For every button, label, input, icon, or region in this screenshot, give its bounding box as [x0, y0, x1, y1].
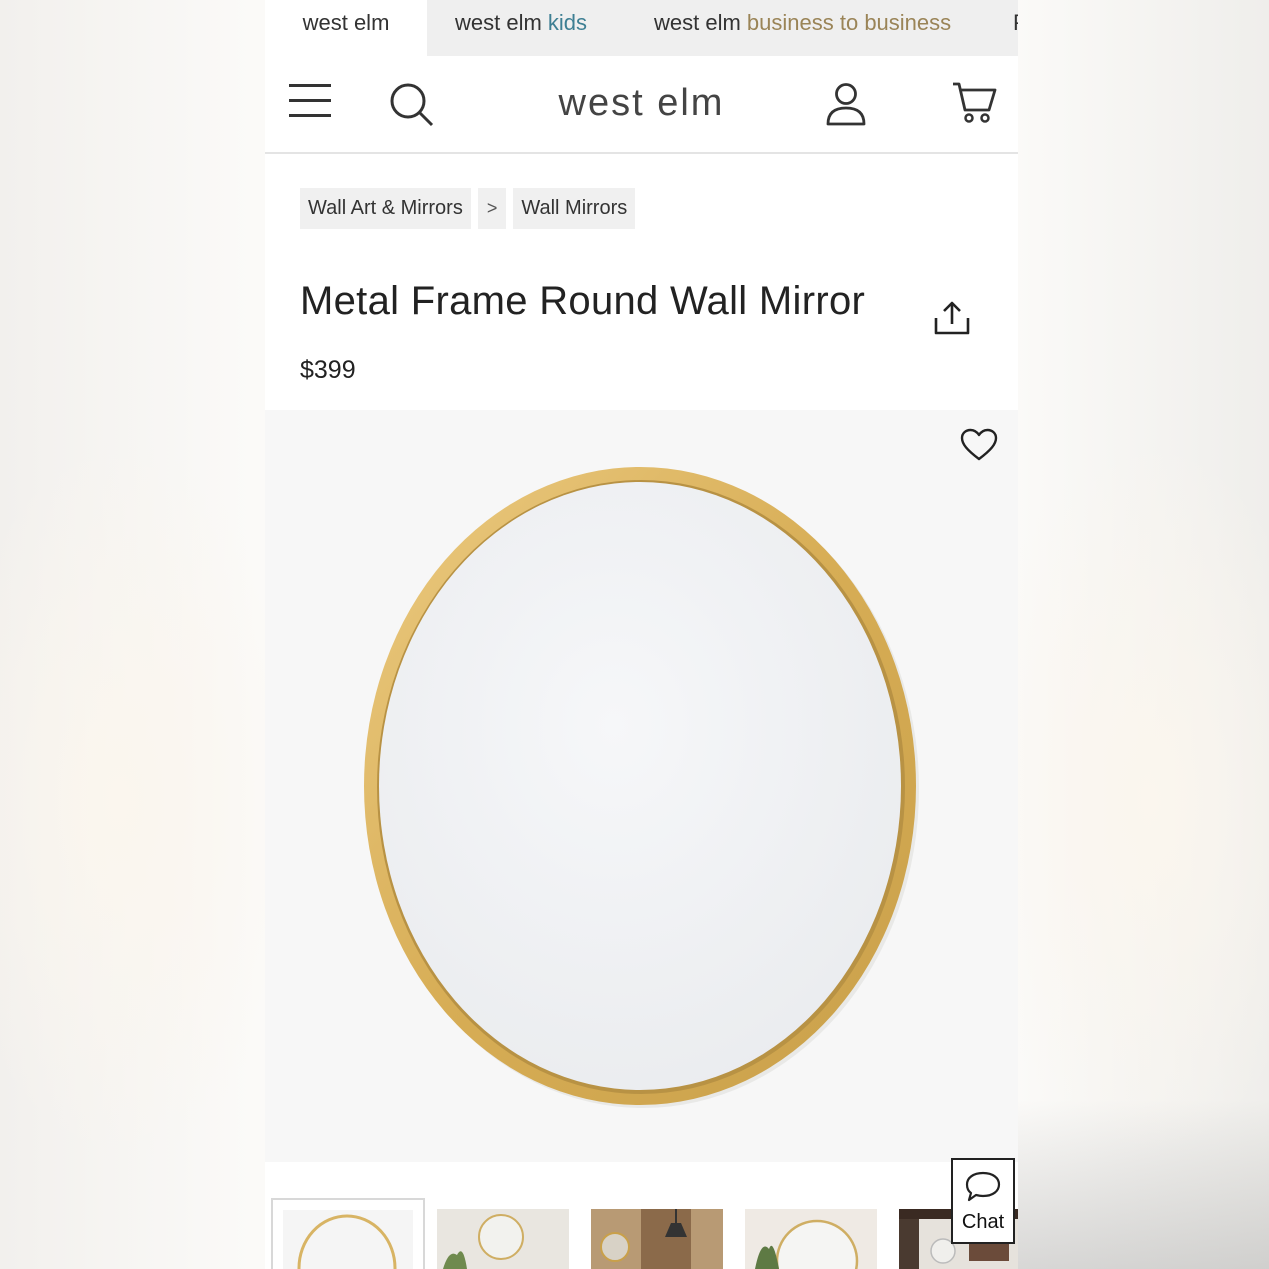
site-logo[interactable]: west elm: [265, 82, 1018, 125]
brand-tab-suffix: kids: [547, 10, 588, 35]
product-price: $399: [300, 356, 356, 384]
thumbnail-room-image: [591, 1209, 723, 1269]
brand-tab-west-elm-kids[interactable]: west elm kids: [455, 0, 587, 56]
brand-tab-west-elm-b2b[interactable]: west elm business to business: [654, 0, 951, 56]
chat-label: Chat: [961, 1211, 1005, 1233]
brand-tabs: west elm west elm kids west elm business…: [265, 0, 1018, 56]
share-button[interactable]: [933, 300, 971, 341]
share-icon: [934, 301, 970, 335]
thumbnail-strip: [265, 1162, 1018, 1269]
brand-tab-prefix: P: [1013, 10, 1018, 35]
breadcrumb-link-wall-art-mirrors[interactable]: Wall Art & Mirrors: [300, 188, 471, 229]
thumbnail-3[interactable]: [591, 1209, 723, 1269]
wishlist-button[interactable]: [960, 428, 998, 467]
brand-tab-prefix: west elm: [302, 10, 390, 35]
breadcrumb: Wall Art & Mirrors > Wall Mirrors: [300, 188, 636, 229]
brand-tab-west-elm[interactable]: west elm: [265, 0, 427, 56]
product-title: Metal Frame Round Wall Mirror: [300, 279, 866, 323]
account-button[interactable]: [825, 82, 867, 133]
cart-button[interactable]: [951, 80, 997, 131]
breadcrumb-link-wall-mirrors[interactable]: Wall Mirrors: [513, 188, 636, 229]
heart-icon: [960, 428, 998, 461]
thumbnail-1[interactable]: [271, 1198, 425, 1269]
cart-icon: [953, 82, 997, 123]
brand-tab-prefix: west elm: [654, 10, 741, 35]
chat-bubble-icon: [965, 1171, 1001, 1202]
brand-tab-prefix: west elm: [455, 10, 542, 35]
brand-tab-partial[interactable]: P: [1013, 0, 1018, 56]
product-image[interactable]: [265, 410, 1018, 1162]
thumbnail-room-image: [437, 1209, 569, 1269]
thumbnail-2[interactable]: [437, 1209, 569, 1269]
thumbnail-mirror-image: [283, 1210, 413, 1269]
round-mirror-image: [364, 467, 919, 1108]
thumbnail-room-image: [745, 1209, 877, 1269]
background-shadow: [1009, 1100, 1269, 1269]
account-icon: [826, 83, 866, 126]
breadcrumb-separator: >: [477, 188, 507, 229]
site-header: west elm: [265, 56, 1018, 154]
thumbnail-4[interactable]: [745, 1209, 877, 1269]
chat-button[interactable]: Chat: [951, 1158, 1015, 1244]
mobile-page: west elm west elm kids west elm business…: [265, 0, 1018, 1269]
brand-tab-suffix: business to business: [746, 10, 952, 35]
